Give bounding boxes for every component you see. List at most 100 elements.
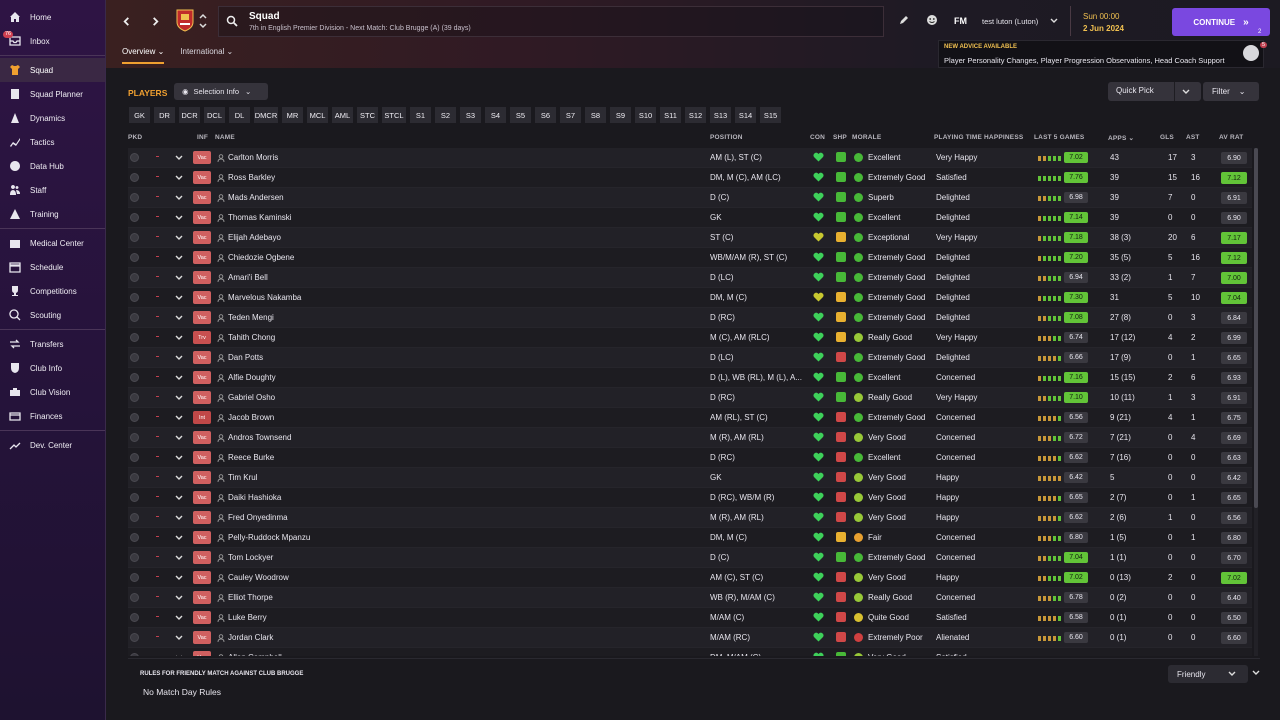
tab-international[interactable]: International ⌄ (180, 47, 233, 64)
date-display[interactable]: Sun 00:00 2 Jun 2024 (1070, 6, 1166, 36)
player-name[interactable]: Amari'i Bell (228, 273, 268, 282)
club-switch-icon[interactable] (199, 12, 207, 30)
table-scrollbar[interactable] (1254, 148, 1258, 656)
status-badge[interactable]: Vac (193, 371, 211, 384)
chevron-down-icon[interactable] (175, 454, 183, 462)
search-icon[interactable] (226, 15, 238, 27)
status-badge[interactable]: Vac (193, 531, 211, 544)
scroll-thumb[interactable] (1254, 148, 1258, 508)
chevron-down-icon[interactable] (175, 394, 183, 402)
select-checkbox[interactable] (130, 313, 139, 322)
edit-icon[interactable] (898, 14, 910, 26)
position-filter-s12[interactable]: S12 (684, 106, 707, 124)
position-filter-s5[interactable]: S5 (509, 106, 532, 124)
position-filter-s6[interactable]: S6 (534, 106, 557, 124)
sidebar-item-competitions[interactable]: Competitions (0, 279, 105, 303)
table-row[interactable]: Vac Allan Campbell DM, M/AM (C) Very Good Sa… (128, 648, 1252, 656)
select-checkbox[interactable] (130, 493, 139, 502)
select-checkbox[interactable] (130, 653, 139, 656)
status-badge[interactable]: Vac (193, 631, 211, 644)
position-filter-s15[interactable]: S15 (759, 106, 782, 124)
position-filter-aml[interactable]: AML (331, 106, 354, 124)
player-name[interactable]: Teden Mengi (228, 313, 274, 322)
table-row[interactable]: Trv Tahith Chong M (C), AM (RLC) Really Goo… (128, 328, 1252, 348)
chevron-down-icon[interactable] (175, 474, 183, 482)
position-filter-dmcr[interactable]: DMCR (253, 106, 279, 124)
select-checkbox[interactable] (130, 173, 139, 182)
select-checkbox[interactable] (130, 413, 139, 422)
header-pkd[interactable]: PKD (128, 134, 142, 141)
player-name[interactable]: Allan Campbell (228, 653, 282, 656)
player-name[interactable]: Mads Andersen (228, 193, 284, 202)
sidebar-item-training[interactable]: Training (0, 202, 105, 226)
player-name[interactable]: Alfie Doughty (228, 373, 276, 382)
header-morale[interactable]: MORALE (852, 134, 881, 141)
sidebar-item-home[interactable]: Home (0, 5, 105, 29)
header-con[interactable]: CON (810, 134, 825, 141)
player-name[interactable]: Elijah Adebayo (228, 233, 281, 242)
position-filter-s8[interactable]: S8 (584, 106, 607, 124)
back-button[interactable] (119, 11, 133, 31)
sidebar-item-club-info[interactable]: Club Info (0, 356, 105, 380)
filter-button[interactable]: Filter ⌄ (1203, 82, 1259, 101)
table-row[interactable]: Vac Fred Onyedinma M (R), AM (RL) Very Good… (128, 508, 1252, 528)
manager-face-icon[interactable] (926, 14, 938, 26)
status-badge[interactable]: Vac (193, 291, 211, 304)
player-name[interactable]: Dan Potts (228, 353, 263, 362)
chevron-down-icon[interactable] (175, 654, 183, 656)
status-badge[interactable]: Vac (193, 651, 211, 656)
chevron-down-icon[interactable] (175, 354, 183, 362)
chevron-down-icon[interactable] (175, 614, 183, 622)
player-name[interactable]: Elliot Thorpe (228, 593, 273, 602)
status-badge[interactable]: Vac (193, 231, 211, 244)
forward-button[interactable] (148, 11, 162, 31)
chevron-down-icon[interactable] (175, 534, 183, 542)
tab-overview[interactable]: Overview ⌄ (122, 47, 165, 64)
select-checkbox[interactable] (130, 553, 139, 562)
position-filter-s14[interactable]: S14 (734, 106, 757, 124)
profile-name[interactable]: test luton (Luton) (982, 17, 1038, 26)
header-inf[interactable]: INF (197, 134, 208, 141)
player-name[interactable]: Gabriel Osho (228, 393, 275, 402)
select-checkbox[interactable] (130, 393, 139, 402)
status-badge[interactable]: Vac (193, 311, 211, 324)
fm-logo[interactable]: FM (954, 16, 967, 26)
sidebar-item-dynamics[interactable]: Dynamics (0, 106, 105, 130)
chevron-down-icon[interactable] (175, 574, 183, 582)
quick-pick-button[interactable]: Quick Pick (1108, 82, 1201, 101)
table-row[interactable]: Vac Cauley Woodrow AM (C), ST (C) Very Good… (128, 568, 1252, 588)
select-checkbox[interactable] (130, 593, 139, 602)
chevron-down-icon[interactable] (1050, 17, 1058, 25)
sidebar-item-inbox[interactable]: Inbox 76 (0, 29, 105, 53)
status-badge[interactable]: Vac (193, 391, 211, 404)
select-checkbox[interactable] (130, 633, 139, 642)
status-badge[interactable]: Vac (193, 351, 211, 364)
chevron-down-icon[interactable] (175, 634, 183, 642)
chevron-down-icon[interactable] (175, 434, 183, 442)
select-checkbox[interactable] (130, 453, 139, 462)
chevron-down-icon[interactable] (1228, 670, 1236, 678)
select-checkbox[interactable] (130, 513, 139, 522)
select-checkbox[interactable] (130, 273, 139, 282)
header-shp[interactable]: SHP (833, 134, 847, 141)
table-row[interactable]: Vac Mads Andersen D (C) Superb Delighted 6.98… (128, 188, 1252, 208)
sidebar-item-tactics[interactable]: Tactics (0, 130, 105, 154)
select-checkbox[interactable] (130, 473, 139, 482)
player-name[interactable]: Daiki Hashioka (228, 493, 281, 502)
status-badge[interactable]: Vac (193, 471, 211, 484)
position-filter-gk[interactable]: GK (128, 106, 151, 124)
select-checkbox[interactable] (130, 613, 139, 622)
chevron-down-icon[interactable] (175, 554, 183, 562)
chevron-down-icon[interactable] (175, 374, 183, 382)
table-row[interactable]: Vac Marvelous Nakamba DM, M (C) Extremely G… (128, 288, 1252, 308)
continue-button[interactable]: CONTINUE » (1172, 8, 1270, 36)
sidebar-item-data-hub[interactable]: Data Hub (0, 154, 105, 178)
status-badge[interactable]: Vac (193, 611, 211, 624)
status-badge[interactable]: Vac (193, 251, 211, 264)
chevron-down-icon[interactable] (175, 314, 183, 322)
chevron-down-icon[interactable] (175, 234, 183, 242)
table-row[interactable]: Vac Chiedozie Ogbene WB/M/AM (R), ST (C) Ex… (128, 248, 1252, 268)
sidebar-item-finances[interactable]: Finances (0, 404, 105, 428)
chevron-down-icon[interactable] (175, 414, 183, 422)
selection-info-button[interactable]: ◉ Selection Info ⌄ (174, 83, 268, 100)
